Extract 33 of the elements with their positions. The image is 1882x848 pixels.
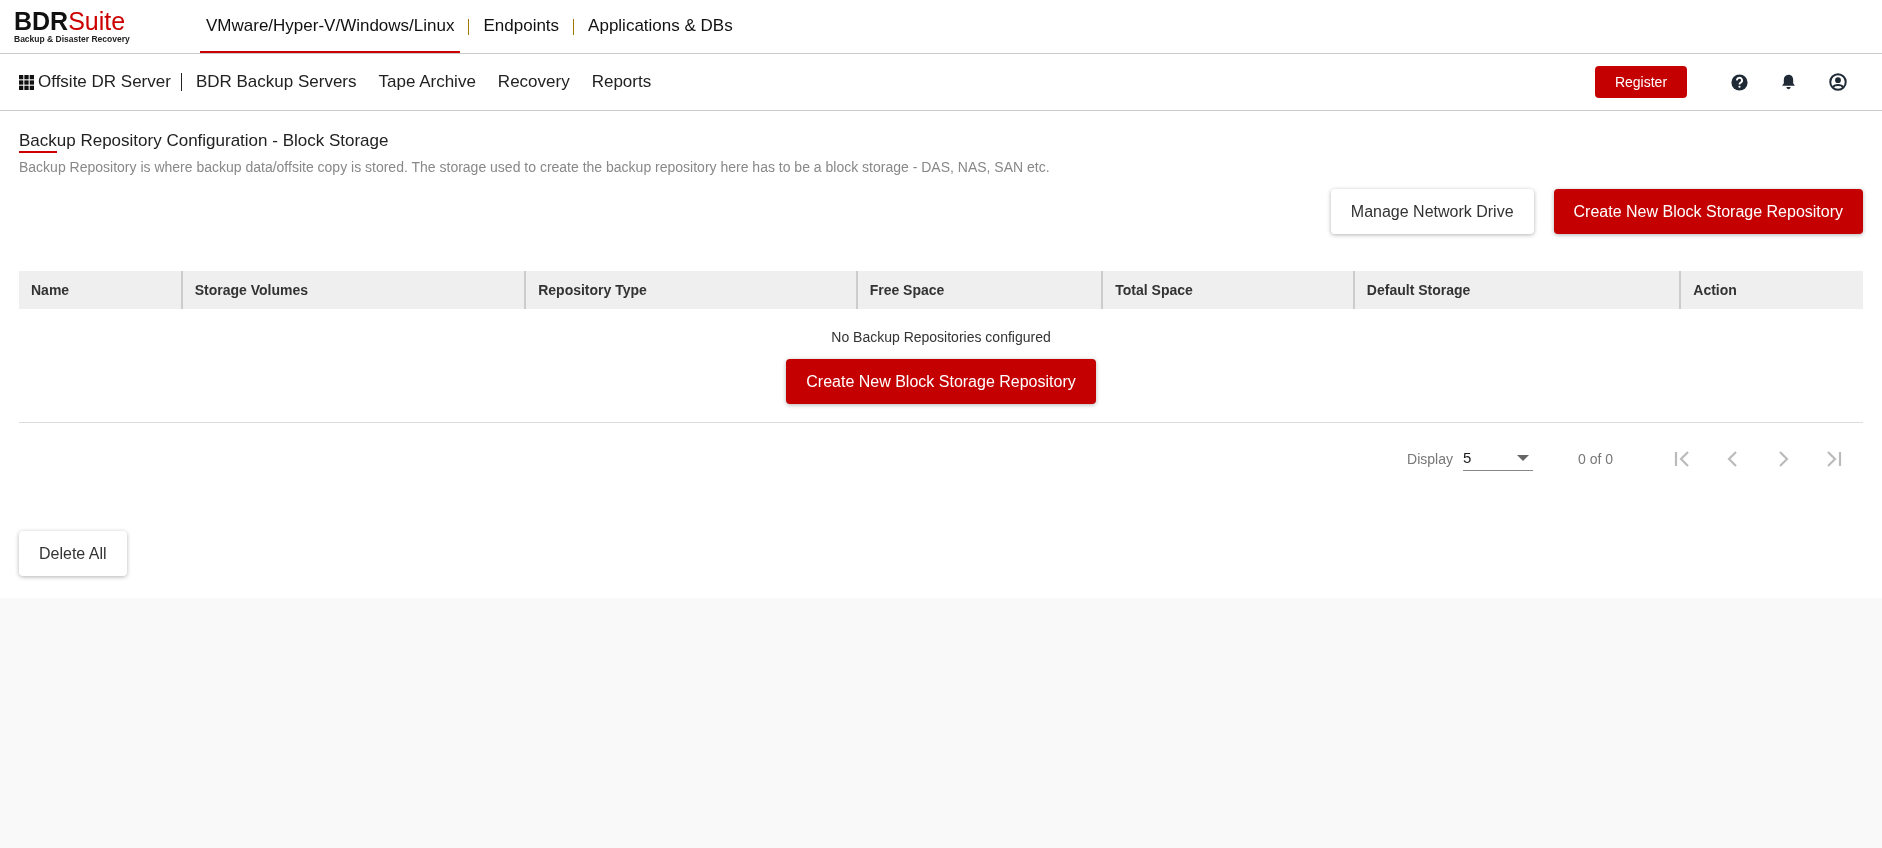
column-header[interactable]: Action <box>1693 282 1737 298</box>
column-header[interactable]: Storage Volumes <box>194 282 309 298</box>
nav-link[interactable]: BDR Backup Servers <box>195 72 357 92</box>
nav-link[interactable]: Offsite DR Server <box>38 72 171 92</box>
delete-all-button[interactable]: Delete All <box>19 531 127 576</box>
help-icon[interactable] <box>1731 73 1748 91</box>
page-range: 0 of 0 <box>1577 451 1613 467</box>
column-header[interactable]: Default Storage <box>1366 282 1471 298</box>
caret-icon <box>1516 454 1529 461</box>
grid-menu-icon[interactable] <box>19 74 34 90</box>
column-header[interactable]: Repository Type <box>538 282 647 298</box>
page-description: Backup Repository is where backup data/offsite copy is stored. The storage used to create the backup repository here has to be a block storage - DAS, NAS, SAN etc. <box>19 159 1051 175</box>
page-title: Backup Repository Configuration - Block Storage <box>19 131 389 155</box>
nav-link[interactable]: Tape Archive <box>378 72 476 92</box>
nav-link[interactable]: Reports <box>591 72 652 92</box>
empty-message: No Backup Repositories configured <box>831 329 1051 345</box>
bell-icon[interactable] <box>1780 73 1797 91</box>
column-header[interactable]: Free Space <box>869 282 945 298</box>
product-tab[interactable]: Endpoints <box>477 0 566 53</box>
logo-text: BDRSuite <box>14 9 126 33</box>
product-tab[interactable]: Applications & DBs <box>582 0 739 53</box>
create-repository-button[interactable]: Create New Block Storage Repository <box>1553 189 1863 234</box>
logo-tagline: Backup & Disaster Recovery <box>14 34 131 44</box>
page-size-select[interactable]: 5 <box>1462 447 1533 471</box>
manage-drive-button[interactable]: Manage Network Drive <box>1330 189 1534 234</box>
display-label: Display <box>1407 451 1453 467</box>
nav-link[interactable]: Recovery <box>497 72 570 92</box>
column-header[interactable]: Name <box>31 282 70 298</box>
user-icon[interactable] <box>1829 73 1847 91</box>
column-header[interactable]: Total Space <box>1115 282 1193 298</box>
create-repository-button[interactable]: Create New Block Storage Repository <box>786 359 1096 404</box>
product-tab[interactable]: VMware/Hyper-V/Windows/Linux <box>200 0 461 53</box>
register-button[interactable]: Register <box>1595 66 1687 98</box>
